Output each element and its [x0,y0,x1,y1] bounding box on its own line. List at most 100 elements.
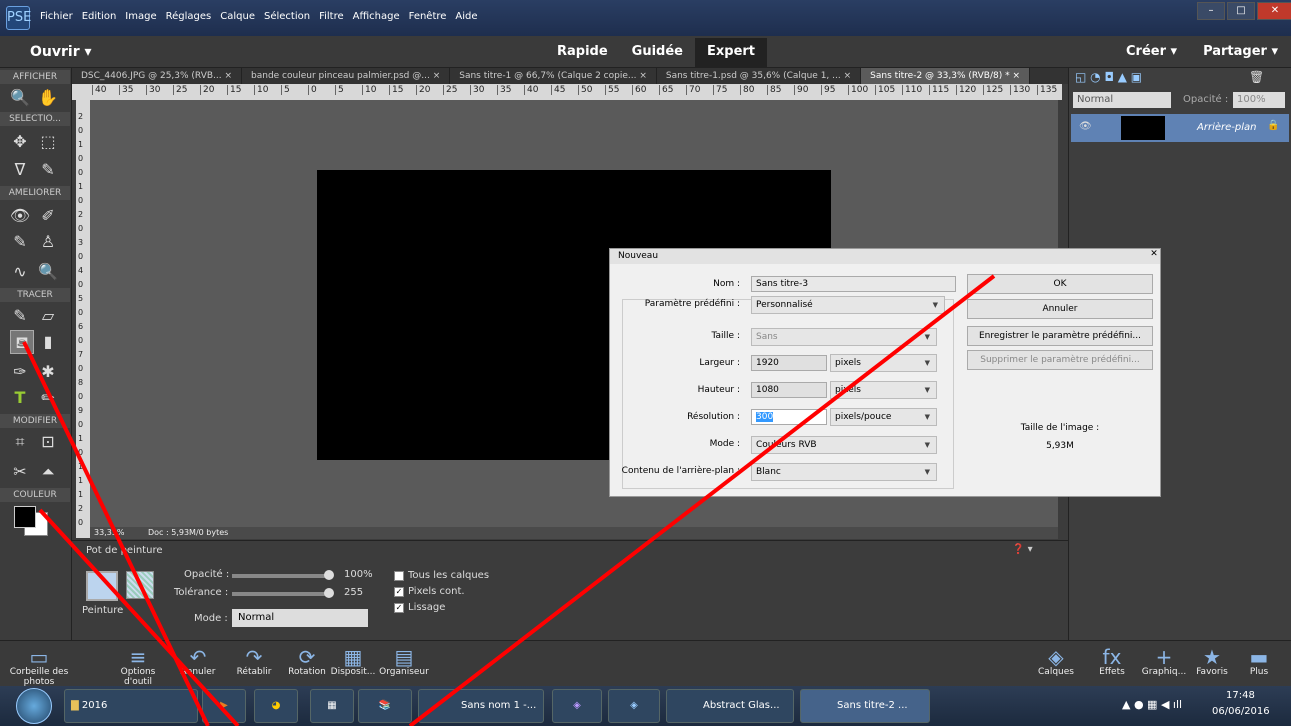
taskbar-folder-2016[interactable]: ▇ 2016 [64,689,198,723]
width-field[interactable]: 1920 [751,355,827,371]
eyedropper-icon[interactable]: ✑ [8,360,32,384]
content-move-icon[interactable]: ✂ [8,460,32,484]
resolution-unit-select[interactable]: pixels/pouce [830,408,937,426]
healing-brush-icon[interactable]: ✐ [36,204,60,228]
tolerance-slider-handle[interactable] [324,588,334,598]
graphics-button[interactable]: + Graphiq... [1138,645,1190,677]
brush-icon[interactable]: ✎ [8,304,32,328]
start-button-icon[interactable] [16,688,52,724]
crop-icon[interactable]: ⌗ [8,430,32,454]
recompose-icon[interactable]: ⊡ [36,430,60,454]
taskbar-chrome-window[interactable]: Abstract Glas... [666,689,794,723]
sponge-icon[interactable]: 🔍 [36,260,60,284]
smart-brush-icon[interactable]: ✎ [8,230,32,254]
taskbar-organizer-icon[interactable]: ◈ [608,689,660,723]
menu-item[interactable]: Fenêtre [409,11,447,22]
menu-item[interactable]: Calque [220,11,255,22]
opacity-slider[interactable] [232,574,328,578]
taskbar-media-icon[interactable]: ▶ [202,689,246,723]
photo-bin-button[interactable]: ▭ Corbeille des photos [2,645,76,687]
eraser-icon[interactable]: ▱ [36,304,60,328]
menu-item[interactable]: Sélection [264,11,310,22]
options-help-icon[interactable]: ❓ ▾ [1012,544,1033,555]
preset-select[interactable]: Personnalisé [751,296,945,314]
custom-shape-icon[interactable]: ✱ [36,360,60,384]
save-preset-button[interactable]: Enregistrer le paramètre prédéfini... [967,326,1153,346]
tab-document[interactable]: Sans titre-1 @ 66,7% (Calque 2 copie... … [450,68,657,84]
taskbar-libreoffice[interactable]: Sans nom 1 -... [418,689,544,723]
type-icon[interactable]: T [8,386,32,410]
mode-rapide[interactable]: Rapide [545,38,620,68]
tab-document[interactable]: Sans titre-1.psd @ 35,6% (Calque 1, ... … [657,68,862,84]
layer-opacity-field[interactable]: 100% [1233,92,1285,108]
all-layers-checkbox[interactable] [394,571,404,581]
minimize-button[interactable]: – [1197,2,1225,20]
gradient-icon[interactable]: ▮ [36,330,60,354]
color-mode-select[interactable]: Couleurs RVB [751,436,937,454]
clone-stamp-icon[interactable]: ♙ [36,230,60,254]
effects-button[interactable]: fx Effets [1092,645,1132,677]
taskbar-chrome-icon[interactable]: ◕ [254,689,298,723]
menu-item[interactable]: Fichier [40,11,73,22]
organizer-button[interactable]: ▤ Organiseur [376,645,432,677]
background-select[interactable]: Blanc [751,463,937,481]
menu-item[interactable]: Réglages [166,11,212,22]
cancel-button[interactable]: Annuler [967,299,1153,319]
opacity-slider-handle[interactable] [324,570,334,580]
redo-button[interactable]: ↷ Rétablir [232,645,276,677]
taskbar-pse-icon[interactable]: ◈ [552,689,602,723]
system-tray-icons[interactable]: ▲ ● ▦ ◀ ıll [1122,698,1182,711]
layer-blend-select[interactable]: Normal [1073,92,1171,108]
layers-button[interactable]: ◈ Calques [1034,645,1078,677]
height-unit-select[interactable]: pixels [830,381,937,399]
favorites-button[interactable]: ★ Favoris [1192,645,1232,677]
smoothing-checkbox[interactable]: ✓ [394,603,404,613]
more-button[interactable]: ▬ Plus [1242,645,1276,677]
menu-item[interactable]: Edition [82,11,117,22]
ok-button[interactable]: OK [967,274,1153,294]
open-button[interactable]: Ouvrir ▾ [30,44,92,60]
visibility-eye-icon[interactable]: 👁 [1079,121,1092,132]
maximize-button[interactable]: □ [1227,2,1255,20]
quick-select-icon[interactable]: ✎ [36,158,60,182]
contiguous-checkbox[interactable]: ✓ [394,587,404,597]
marquee-icon[interactable]: ⬚ [36,130,60,154]
layout-button[interactable]: ▦ Disposit... [330,645,376,677]
zoom-icon[interactable]: 🔍 [8,86,32,110]
menu-item[interactable]: Affichage [353,11,400,22]
resolution-field[interactable]: 300 [751,409,827,425]
tab-document[interactable]: bande couleur pinceau palmier.psd @... × [242,68,451,84]
hand-icon[interactable]: ✋ [36,86,60,110]
width-unit-select[interactable]: pixels [830,354,937,372]
red-eye-icon[interactable]: 👁 [8,204,32,228]
taskbar-pse-window[interactable]: Sans titre-2 ... [800,689,930,723]
menu-item[interactable]: Aide [455,11,477,22]
layer-tools-icons[interactable]: ◱ ◔ ◘ ▲ ▣ [1075,70,1142,84]
blur-icon[interactable]: ∿ [8,260,32,284]
size-select[interactable]: Sans [751,328,937,346]
delete-layer-icon[interactable]: 🗑 [1249,70,1264,84]
height-field[interactable]: 1080 [751,382,827,398]
taskbar-books-icon[interactable]: 📚 [358,689,412,723]
paint-bucket-icon[interactable]: ⛾ [10,330,34,354]
share-button[interactable]: Partager ▾ [1203,44,1278,59]
delete-preset-button[interactable]: Supprimer le paramètre prédéfini... [967,350,1153,370]
tolerance-slider[interactable] [232,592,328,596]
dialog-close-icon[interactable]: ✕ [1147,249,1161,264]
mode-expert[interactable]: Expert [695,38,768,68]
close-button[interactable]: ✕ [1257,2,1291,20]
create-button[interactable]: Créer ▾ [1126,44,1177,59]
blend-mode-select[interactable]: Normal [232,609,368,627]
menu-item[interactable]: Filtre [319,11,344,22]
tool-options-button[interactable]: ≡ Options d'outil [108,645,168,687]
name-field[interactable]: Sans titre-3 [751,276,956,292]
move-icon[interactable]: ✥ [8,130,32,154]
menu-item[interactable]: Image [125,11,156,22]
mode-guidee[interactable]: Guidée [620,38,695,68]
rotate-button[interactable]: ⟳ Rotation [284,645,330,677]
foreground-color-swatch[interactable] [14,506,36,528]
tab-document[interactable]: DSC_4406.JPG @ 25,3% (RVB... × [72,68,243,84]
fill-mode-paint-icon[interactable] [86,571,118,601]
undo-button[interactable]: ↶ Annuler [176,645,220,677]
layer-row[interactable]: 👁 Arrière-plan 🔒 [1071,114,1289,142]
